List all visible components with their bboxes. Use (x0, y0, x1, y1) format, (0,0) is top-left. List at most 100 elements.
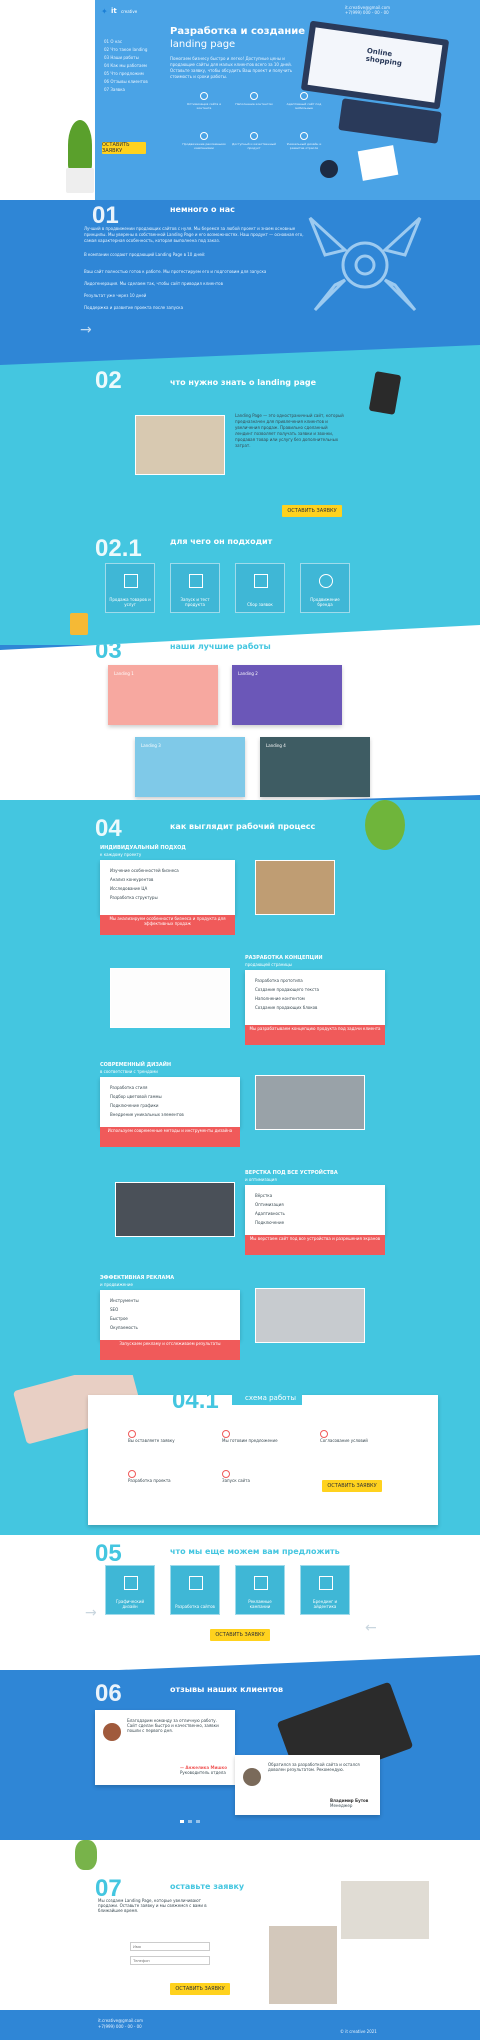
carousel-dot[interactable] (196, 1820, 200, 1823)
process-section: 04 как выглядит рабочий процесс ИНДИВИДУ… (0, 800, 480, 1390)
about-list: Ваш сайт полностью готов к работе. Мы пр… (84, 266, 304, 314)
nav-item[interactable]: 06 Отзывы клиентов (104, 78, 164, 86)
arrow-left-icon: ← (365, 1620, 377, 1636)
step-icon (128, 1470, 136, 1478)
service-tile: Рекламные кампании (235, 1565, 285, 1615)
phone-field[interactable] (130, 1956, 210, 1965)
feature-icon (250, 132, 258, 140)
request-submit-button[interactable]: ОСТАВИТЬ ЗАЯВКУ (170, 1983, 230, 1995)
footer-email[interactable]: it.creative@gmail.com (98, 2018, 143, 2023)
process-card: Изучение особенностей бизнеса Анализ конк… (100, 860, 235, 915)
feature-item: Наполнение контентом (230, 92, 278, 106)
services-cta-button[interactable]: ОСТАВИТЬ ЗАЯВКУ (210, 1629, 270, 1641)
usage-tile: Продвижение бренда (300, 563, 350, 613)
request-section: 07 оставьте заявку Мы создаем Landing Pa… (0, 1840, 480, 2040)
usage-section: 02.1 для чего он подходит Продажа товаро… (0, 535, 480, 645)
about-text: Лучший в продвижении продающих сайтов с … (84, 226, 304, 243)
scheme-number: 04.1 (172, 1387, 219, 1414)
process-note: Мы верстаем сайт под все устройства и ра… (245, 1235, 385, 1255)
arrow-right-icon: → (80, 322, 92, 338)
about-title: немного о нас (170, 205, 235, 214)
services-section: 05 что мы еще можем вам предложить Графи… (0, 1535, 480, 1675)
scheme-card (88, 1395, 438, 1525)
work-card[interactable]: Landing 2 (232, 665, 342, 725)
office-photo (340, 1880, 430, 1940)
process-card: Вёрстка Оптимизация Адаптивность Подключени… (245, 1185, 385, 1235)
scheme-step: Вы оставляете заявку (128, 1430, 198, 1443)
landing-info-text: Landing Page — это одностраничный сайт, … (235, 413, 344, 448)
landing-info-cta-button[interactable]: ОСТАВИТЬ ЗАЯВКУ (282, 505, 342, 517)
process-block-sub: к каждому проекту (100, 852, 142, 857)
logo-sub: creative (121, 9, 138, 14)
services-number: 05 (95, 1540, 122, 1567)
plant-illustration (60, 120, 100, 195)
process-block-title: ЭФФЕКТИВНАЯ РЕКЛАМА (100, 1275, 175, 1281)
reviews-number: 06 (95, 1680, 122, 1707)
process-photo (255, 860, 335, 915)
logo[interactable]: ✦ it creative (101, 6, 161, 16)
nav-item[interactable]: 01 О нас (104, 38, 164, 46)
cactus-illustration (365, 800, 405, 850)
footer-bar (0, 2010, 480, 2040)
hero-cta-button[interactable]: ОСТАВИТЬ ЗАЯВКУ (102, 142, 146, 154)
feature-icon (300, 92, 308, 100)
about-list-item: Результат уже через 10 дней (84, 293, 147, 298)
reviewer-avatar (243, 1768, 261, 1786)
hero-lead: Помогаем бизнесу быстро и легко! Доступн… (170, 56, 293, 79)
hero-subtitle: landing page (170, 39, 236, 50)
review-text: Обратился за разработкой сайта и остался… (268, 1762, 360, 1772)
nav-item[interactable]: 02 Что такое landing (104, 46, 164, 54)
process-note: Запускаем рекламу и отслеживаем результа… (100, 1340, 240, 1360)
usage-tile: Продажа товаров и услуг (105, 563, 155, 613)
scheme-step: Мы готовим предложение (222, 1430, 292, 1443)
process-number: 04 (95, 815, 122, 842)
process-block-sub: в соответствии с трендами (100, 1069, 158, 1074)
landing-info-section: 02 что нужно знать о landing page Landin… (0, 345, 480, 535)
reviewer-avatar (103, 1723, 121, 1741)
hero-contacts: it.creative@gmail.com +7(999) 000 - 00 -… (345, 5, 415, 15)
feature-item: Уникальный дизайн и развитие отрасли (280, 132, 328, 150)
reviewer-role: Руководитель отдела (180, 1770, 226, 1775)
work-card[interactable]: Landing 1 (108, 665, 218, 725)
step-icon (222, 1430, 230, 1438)
nav-item[interactable]: 07 Заявка (104, 86, 164, 94)
desk-photo (135, 415, 225, 475)
service-tile: Графический дизайн (105, 1565, 155, 1615)
about-list-item: Лидогенерация. Мы сделаем так, чтобы сай… (84, 281, 223, 286)
work-card[interactable]: Landing 4 (260, 737, 370, 797)
scheme-step: Разработка проекта (128, 1470, 198, 1483)
scheme-step: Согласование условий (320, 1430, 390, 1443)
nav-item[interactable]: 04 Как мы работаем (104, 62, 164, 70)
about-list-item: Поддержка и развитие проекта после запус… (84, 305, 184, 310)
works-title: наши лучшие работы (170, 642, 271, 651)
works-section: 03 наши лучшие работы Landing 1 Landing … (0, 625, 480, 810)
nav-item[interactable]: 03 Наши работы (104, 54, 164, 62)
scheme-cta-button[interactable]: ОСТАВИТЬ ЗАЯВКУ (322, 1480, 382, 1492)
reviewer-role: Менеджер (330, 1803, 353, 1808)
cactus-pot-illustration (75, 1840, 97, 1870)
rocket-outline-illustration (308, 216, 422, 312)
name-field[interactable] (130, 1942, 210, 1951)
process-note: Мы анализируем особенности бизнеса и про… (100, 915, 235, 935)
request-title: оставьте заявку (170, 1882, 245, 1891)
about-section: 01 немного о нас Лучший в продвижении пр… (0, 200, 480, 345)
logo-icon: ✦ (101, 7, 108, 16)
carousel-dot[interactable] (180, 1820, 184, 1823)
carousel-dot[interactable] (188, 1820, 192, 1823)
process-note: Используем современные методы и инструме… (100, 1127, 240, 1147)
feature-icon (250, 92, 258, 100)
hero-phone[interactable]: +7(999) 000 - 00 - 00 (345, 10, 415, 15)
notepad-illustration (357, 145, 399, 181)
footer-phone[interactable]: +7(999) 000 - 00 - 00 (98, 2024, 142, 2029)
about-text-2: В компании создают продающий Landing Pag… (84, 252, 206, 257)
process-title: как выглядит рабочий процесс (170, 822, 316, 831)
process-block-title: СОВРЕМЕННЫЙ ДИЗАЙН (100, 1062, 172, 1068)
work-card[interactable]: Landing 3 (135, 737, 245, 797)
nav-item[interactable]: 05 Что предложим (104, 70, 164, 78)
usage-number: 02.1 (95, 535, 142, 562)
logo-brand: it (111, 7, 117, 15)
carousel-dots[interactable] (180, 1820, 210, 1824)
megaphone-icon (254, 1576, 268, 1590)
scheme-title: схема работы (245, 1394, 297, 1402)
pencil-cup-illustration (70, 613, 88, 635)
